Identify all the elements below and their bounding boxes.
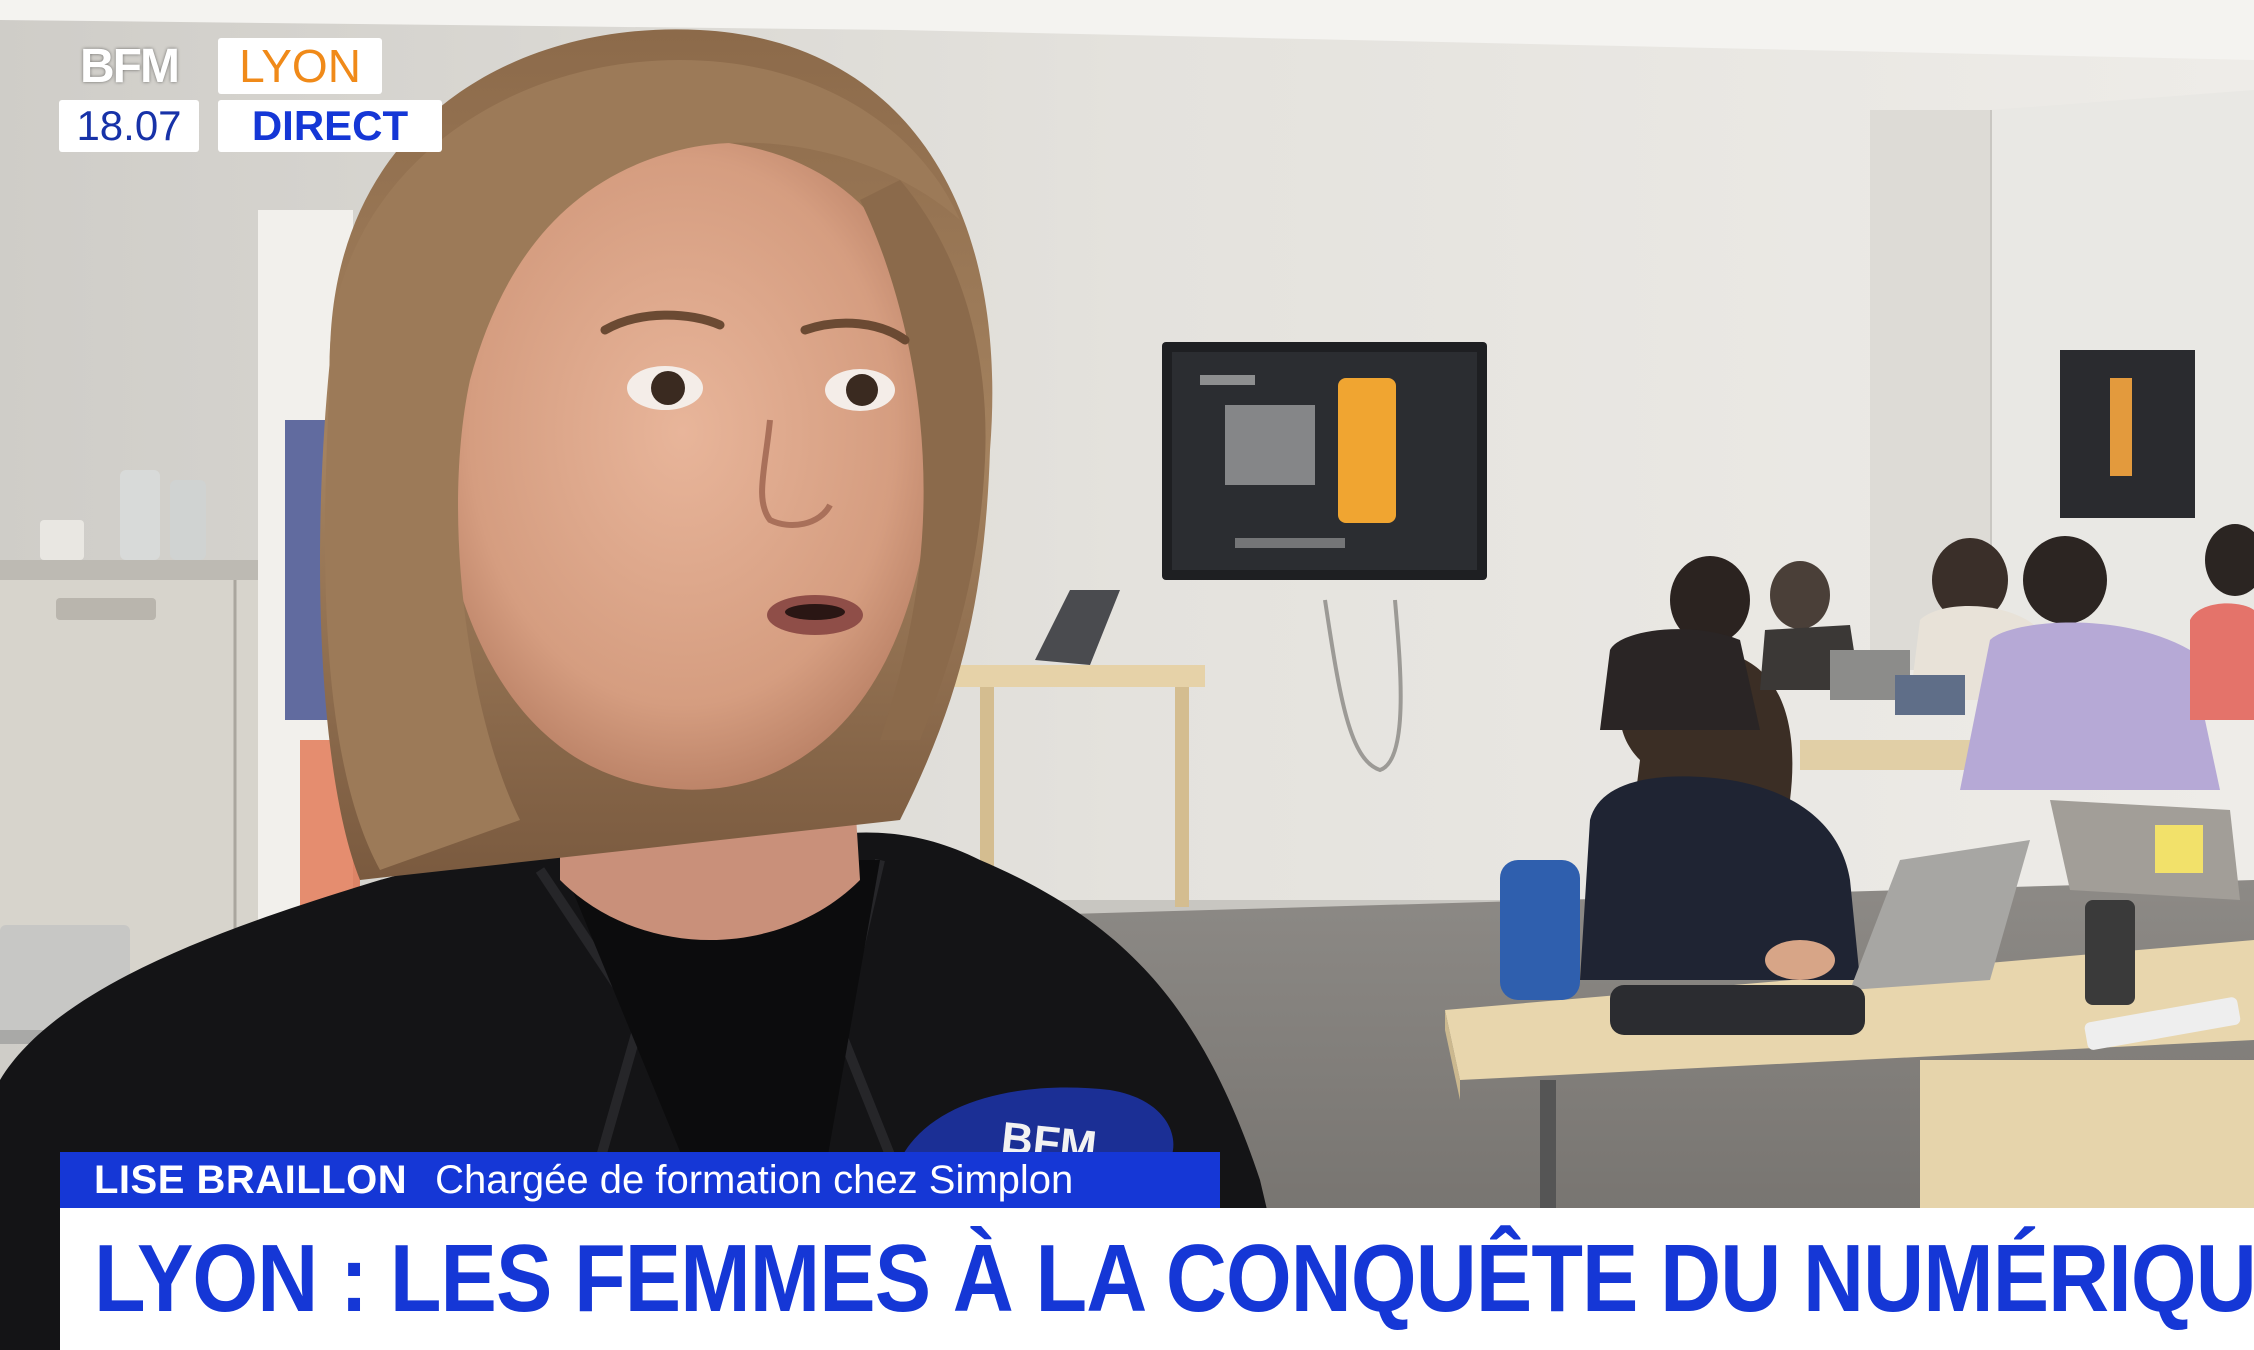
city-badge: LYON — [218, 38, 382, 94]
headline-banner: LYON : LES FEMMES À LA CONQUÊTE DU NUMÉR… — [60, 1208, 2254, 1350]
speaker-name-strip: LISE BRAILLON Chargée de formation chez … — [60, 1152, 1220, 1208]
clock-time: 18.07 — [59, 100, 199, 152]
classroom-scene: BFM — [0, 0, 2254, 1350]
video-frame: BFM BFM LYON 18.07 DIRECT LISE BRAILLON … — [0, 0, 2254, 1350]
speaker-name: LISE BRAILLON — [94, 1157, 408, 1202]
channel-logo: BFM — [80, 39, 180, 93]
speaker-role: Chargée de formation chez Simplon — [435, 1157, 1074, 1202]
live-badge: DIRECT — [218, 100, 442, 152]
headline-text: LYON : LES FEMMES À LA CONQUÊTE DU NUMÉR… — [94, 1225, 2254, 1332]
